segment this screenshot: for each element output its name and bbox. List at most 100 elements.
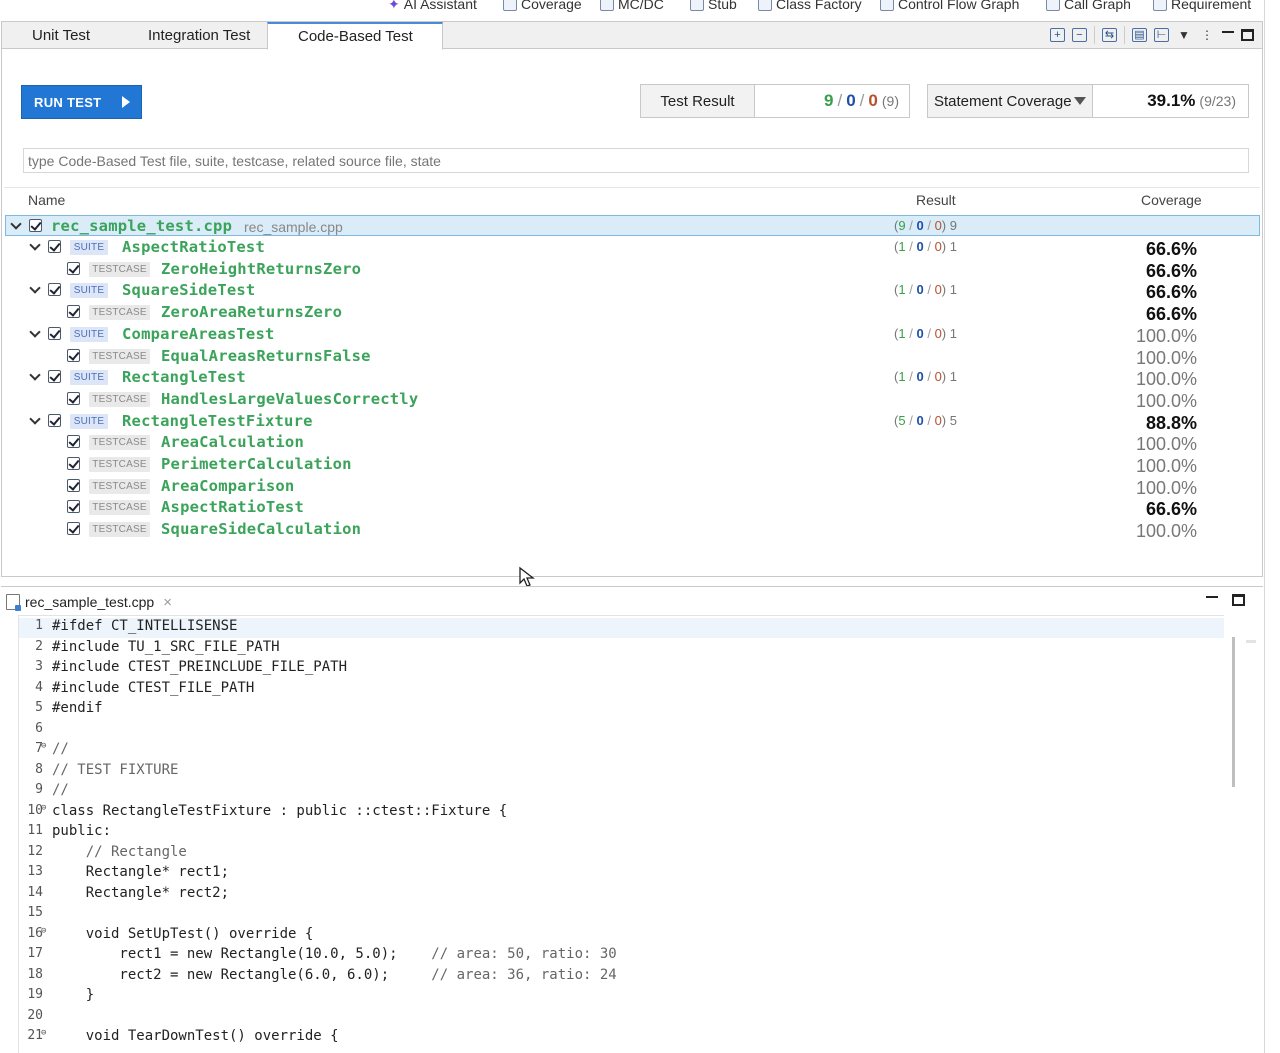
maximize-icon[interactable] xyxy=(1241,29,1254,41)
tree-testcase-row[interactable]: TESTCASE AreaComparison 100.0% xyxy=(5,476,1260,498)
testcase-checkbox[interactable] xyxy=(67,522,80,535)
code-line[interactable]: 20 xyxy=(19,1008,1224,1028)
file-checkbox[interactable] xyxy=(29,219,42,232)
tab-code-based-test[interactable]: Code-Based Test xyxy=(267,22,443,50)
column-name[interactable]: Name xyxy=(28,192,65,208)
testcase-checkbox[interactable] xyxy=(67,262,80,275)
code-line[interactable]: 19 } xyxy=(19,987,1224,1007)
testcase-checkbox[interactable] xyxy=(67,349,80,362)
requirement-button[interactable]: Requirement xyxy=(1153,0,1251,13)
chevron-down-icon[interactable] xyxy=(29,370,41,382)
line-number: 2 xyxy=(35,638,43,654)
editor-tab[interactable]: rec_sample_test.cpp × xyxy=(6,591,172,613)
suite-checkbox[interactable] xyxy=(48,327,61,340)
chevron-down-icon[interactable] xyxy=(10,219,22,231)
control-flow-graph-button[interactable]: Control Flow Graph xyxy=(880,0,1019,13)
code-line[interactable]: 7 ⊖ // xyxy=(19,741,1224,761)
testcase-checkbox[interactable] xyxy=(67,435,80,448)
ai-assistant-button[interactable]: ✦ AI Assistant xyxy=(388,0,477,13)
tree-suite-row[interactable]: SUITE SquareSideTest (1 / 0 / 0) 1 66.6% xyxy=(5,280,1260,302)
suite-checkbox[interactable] xyxy=(48,414,61,427)
column-result[interactable]: Result xyxy=(916,192,956,208)
view-menu-icon[interactable]: ⋮ xyxy=(1199,27,1215,43)
code-line[interactable]: 2 #include TU_1_SRC_FILE_PATH xyxy=(19,639,1224,659)
testcase-checkbox[interactable] xyxy=(67,392,80,405)
code-line[interactable]: 13 Rectangle* rect1; xyxy=(19,864,1224,884)
code-line[interactable]: 9 // xyxy=(19,782,1224,802)
code-text: #include TU_1_SRC_FILE_PATH xyxy=(52,638,280,655)
code-line[interactable]: 15 xyxy=(19,905,1224,925)
class-factory-button[interactable]: Class Factory xyxy=(758,0,862,13)
chevron-down-icon[interactable] xyxy=(29,283,41,295)
coverage-value: 66.6% xyxy=(1145,239,1197,259)
maximize-icon[interactable] xyxy=(1232,594,1245,606)
suite-checkbox[interactable] xyxy=(48,240,61,253)
fold-toggle-icon[interactable]: ⊖ xyxy=(41,803,46,813)
tree-layout-icon[interactable]: ⊢ xyxy=(1154,28,1169,42)
vertical-scrollbar[interactable] xyxy=(1232,637,1235,787)
requirement-icon xyxy=(1153,0,1167,11)
code-line[interactable]: 3 #include CTEST_PREINCLUDE_FILE_PATH xyxy=(19,659,1224,679)
code-line[interactable]: 8 // TEST FIXTURE xyxy=(19,762,1224,782)
minimize-icon[interactable] xyxy=(1206,596,1218,598)
dropdown-arrow-icon[interactable]: ▼ xyxy=(1176,27,1192,43)
code-line[interactable]: 17 rect1 = new Rectangle(10.0, 5.0); // … xyxy=(19,946,1224,966)
suite-checkbox[interactable] xyxy=(48,283,61,296)
code-line[interactable]: 18 rect2 = new Rectangle(6.0, 6.0); // a… xyxy=(19,967,1224,987)
tree-suite-row[interactable]: SUITE RectangleTest (1 / 0 / 0) 1 100.0% xyxy=(5,367,1260,389)
coverage-button[interactable]: Coverage xyxy=(503,0,582,13)
testcase-checkbox[interactable] xyxy=(67,457,80,470)
code-line[interactable]: 6 xyxy=(19,721,1224,741)
code-line[interactable]: 21 ⊖ void TearDownTest() override { xyxy=(19,1028,1224,1048)
run-test-button[interactable]: RUN TEST xyxy=(21,85,142,119)
tab-unit-test[interactable]: Unit Test xyxy=(32,22,90,49)
mcdc-button[interactable]: MC/DC xyxy=(600,0,664,13)
code-line[interactable]: 4 #include CTEST_FILE_PATH xyxy=(19,680,1224,700)
chevron-down-icon[interactable] xyxy=(29,240,41,252)
code-line[interactable]: 11 public: xyxy=(19,823,1224,843)
tree-suite-row[interactable]: SUITE AspectRatioTest (1 / 0 / 0) 1 66.6% xyxy=(5,237,1260,259)
tree-testcase-row[interactable]: TESTCASE AspectRatioTest 66.6% xyxy=(5,497,1260,519)
fold-toggle-icon[interactable]: ⊖ xyxy=(41,926,46,936)
tree-testcase-row[interactable]: TESTCASE SquareSideCalculation 100.0% xyxy=(5,519,1260,541)
code-line[interactable]: 14 Rectangle* rect2; xyxy=(19,885,1224,905)
tree-testcase-row[interactable]: TESTCASE HandlesLargeValuesCorrectly 100.0… xyxy=(5,389,1260,411)
testcase-checkbox[interactable] xyxy=(67,305,80,318)
testcase-checkbox[interactable] xyxy=(67,479,80,492)
call-graph-button[interactable]: Call Graph xyxy=(1046,0,1131,13)
tree-file-row[interactable]: rec_sample_test.cpp rec_sample.cpp (9 / … xyxy=(5,215,1260,236)
chevron-down-icon[interactable] xyxy=(29,414,41,426)
code-line[interactable]: 16 ⊖ void SetUpTest() override { xyxy=(19,926,1224,946)
fold-toggle-icon[interactable]: ⊖ xyxy=(41,741,46,751)
minimize-icon[interactable] xyxy=(1222,31,1234,33)
coverage-value: 100.0% xyxy=(1135,478,1197,498)
code-line[interactable]: 10 ⊖ class RectangleTestFixture : public :… xyxy=(19,803,1224,823)
coverage-summary: Statement Coverage 39.1% (9/23) xyxy=(927,84,1249,118)
line-number: 18 xyxy=(27,966,43,982)
tree-testcase-row[interactable]: TESTCASE ZeroAreaReturnsZero 66.6% xyxy=(5,302,1260,324)
stub-button[interactable]: Stub xyxy=(690,0,737,13)
tree-testcase-row[interactable]: TESTCASE AreaCalculation 100.0% xyxy=(5,432,1260,454)
filter-input[interactable] xyxy=(23,148,1249,173)
code-line[interactable]: 12 // Rectangle xyxy=(19,844,1224,864)
code-area[interactable]: 1 #ifdef CT_INTELLISENSE 2 #include TU_1_SR… xyxy=(18,615,1224,1053)
tree-suite-row[interactable]: SUITE RectangleTestFixture (5 / 0 / 0) 5 88… xyxy=(5,411,1260,433)
code-line[interactable]: 5 #endif xyxy=(19,700,1224,720)
link-editor-icon[interactable]: ⇆ xyxy=(1102,28,1117,42)
column-coverage[interactable]: Coverage xyxy=(1141,192,1202,208)
chevron-down-icon[interactable] xyxy=(29,327,41,339)
tree-testcase-row[interactable]: TESTCASE PerimeterCalculation 100.0% xyxy=(5,454,1260,476)
fold-toggle-icon[interactable]: ⊖ xyxy=(41,1028,46,1038)
code-line[interactable]: 1 #ifdef CT_INTELLISENSE xyxy=(19,618,1224,638)
expand-all-icon[interactable]: + xyxy=(1050,28,1065,42)
coverage-type-select[interactable]: Statement Coverage xyxy=(928,85,1093,117)
testcase-checkbox[interactable] xyxy=(67,500,80,513)
folder-settings-icon[interactable]: ▤ xyxy=(1132,28,1147,42)
collapse-all-icon[interactable]: − xyxy=(1072,28,1087,42)
close-icon[interactable]: × xyxy=(163,594,172,611)
tree-testcase-row[interactable]: TESTCASE EqualAreasReturnsFalse 100.0% xyxy=(5,346,1260,368)
tab-integration-test[interactable]: Integration Test xyxy=(148,22,250,49)
suite-checkbox[interactable] xyxy=(48,370,61,383)
tree-testcase-row[interactable]: TESTCASE ZeroHeightReturnsZero 66.6% xyxy=(5,259,1260,281)
tree-suite-row[interactable]: SUITE CompareAreasTest (1 / 0 / 0) 1 100.0% xyxy=(5,324,1260,346)
